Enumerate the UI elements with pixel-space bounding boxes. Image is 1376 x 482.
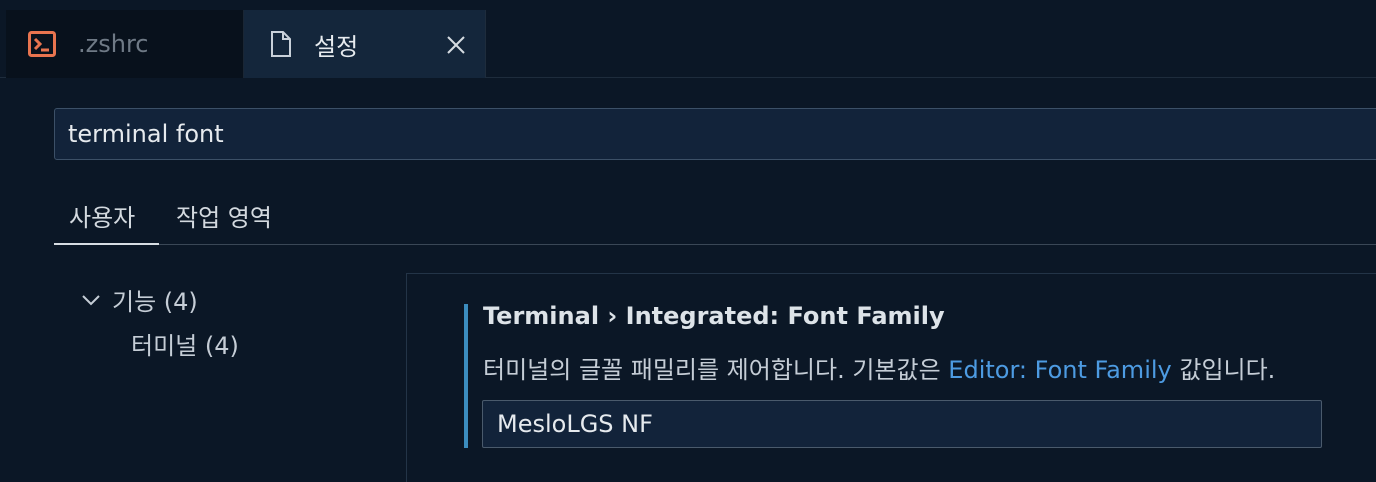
editor-tab-bar: .zshrc 설정 [0, 0, 1376, 78]
setting-description: 터미널의 글꼴 패밀리를 제어합니다. 기본값은 Editor: Font Fa… [483, 350, 1275, 385]
settings-window: .zshrc 설정 사용자 작업 영역 기능 (4) 터미널 (4) Termi… [0, 0, 1376, 482]
settings-search-input[interactable] [54, 108, 1376, 160]
close-icon[interactable] [445, 34, 467, 56]
chevron-down-icon [82, 294, 100, 305]
tab-label: 설정 [314, 32, 359, 61]
editor-font-family-link[interactable]: Editor: Font Family [948, 356, 1171, 384]
tab-zshrc[interactable]: .zshrc [6, 10, 244, 78]
tree-item-terminal[interactable]: 터미널 (4) [131, 326, 239, 361]
active-tab-indicator [54, 243, 159, 245]
tab-settings[interactable]: 설정 [244, 10, 486, 78]
setting-focus-indicator [464, 304, 468, 448]
description-text: 터미널의 글꼴 패밀리를 제어합니다. 기본값은 [483, 356, 949, 384]
terminal-icon [28, 31, 56, 57]
setting-title: Terminal › Integrated: Font Family [483, 302, 945, 330]
description-text-end: 값입니다. [1171, 356, 1276, 384]
tree-item-features[interactable]: 기능 (4) [80, 282, 198, 317]
tab-label: .zshrc [78, 30, 149, 58]
font-family-input[interactable] [482, 400, 1322, 448]
tree-item-label: 기능 (4) [112, 288, 198, 316]
file-icon [271, 31, 291, 57]
settings-scope-tabs: 사용자 작업 영역 [54, 186, 1376, 245]
tab-user[interactable]: 사용자 [69, 198, 135, 233]
tab-workspace[interactable]: 작업 영역 [176, 198, 272, 233]
